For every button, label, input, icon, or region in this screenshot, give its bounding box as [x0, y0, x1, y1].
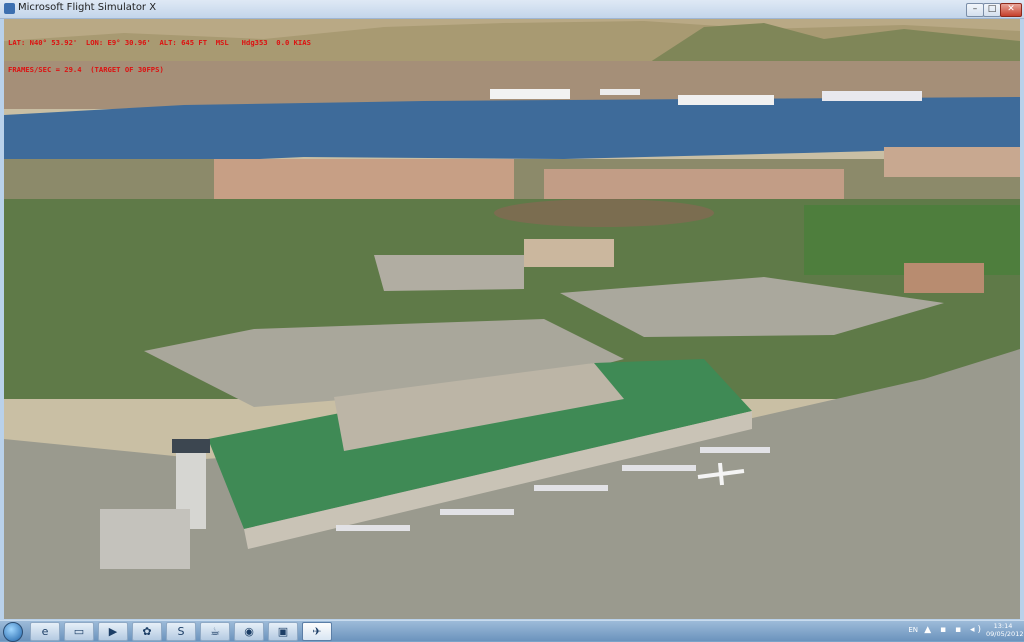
- sea: [4, 97, 1020, 169]
- hud-framerate-line: FRAMES/SEC = 29.4 (TARGET OF 30FPS): [8, 65, 164, 74]
- taskbar-chrome-icon[interactable]: ◉: [234, 622, 264, 641]
- jet-bridge: [440, 509, 514, 515]
- taskbar-photo-viewer-icon[interactable]: ▣: [268, 622, 298, 641]
- clock-date: 09/05/2012: [986, 630, 1024, 638]
- jet-bridge: [336, 525, 410, 531]
- taskbar-java-app-icon[interactable]: ☕: [200, 622, 230, 641]
- taskbar-messenger-icon[interactable]: ✿: [132, 622, 162, 641]
- title-bar[interactable]: Microsoft Flight Simulator X – □ ✕: [0, 0, 1024, 19]
- close-button[interactable]: ✕: [1000, 3, 1022, 17]
- jet-bridge: [622, 465, 696, 471]
- taskbar-media-player-icon[interactable]: ▶: [98, 622, 128, 641]
- cruise-ship: [490, 89, 570, 99]
- cruise-ship: [678, 95, 774, 105]
- window-title: Microsoft Flight Simulator X: [18, 2, 157, 13]
- taskbar-flight-simulator-icon[interactable]: ✈: [302, 622, 332, 641]
- aerial-scene: [4, 19, 1020, 619]
- taskbar-skype-icon[interactable]: S: [166, 622, 196, 641]
- taskbar-internet-explorer-icon[interactable]: e: [30, 622, 60, 641]
- simulator-viewport[interactable]: LAT: N40° 53.92' LON: E9° 30.96' ALT: 64…: [4, 19, 1020, 619]
- hotel-building: [524, 239, 614, 267]
- maximize-button[interactable]: □: [983, 3, 1001, 17]
- apartment-blocks: [214, 159, 514, 199]
- app-icon: [4, 3, 15, 14]
- cruise-ship: [600, 89, 640, 95]
- system-tray-icons[interactable]: ▲ ▪ ▪ ◂): [924, 625, 984, 635]
- start-button[interactable]: [3, 622, 23, 642]
- admin-building: [100, 509, 190, 569]
- simulator-hud: LAT: N40° 53.92' LON: E9° 30.96' ALT: 64…: [8, 20, 311, 92]
- car-park-building: [374, 255, 524, 291]
- office-building: [904, 263, 984, 293]
- roundabout-field: [494, 199, 714, 227]
- hud-position-line: LAT: N40° 53.92' LON: E9° 30.96' ALT: 64…: [8, 38, 311, 47]
- apartment-blocks: [884, 147, 1020, 177]
- tower-cab: [172, 439, 210, 453]
- minimize-button[interactable]: –: [966, 3, 984, 17]
- taskbar: e ▭ ▶ ✿ S ☕ ◉ ▣ ✈ EN ▲ ▪ ▪ ◂) 13:14 09/05/2012: [0, 620, 1024, 642]
- clock-time: 13:14: [993, 622, 1013, 630]
- app-window: Microsoft Flight Simulator X – □ ✕ LAT: …: [0, 0, 1024, 620]
- jet-bridge: [700, 447, 770, 453]
- clock[interactable]: 13:14 09/05/2012: [986, 622, 1024, 638]
- jet-bridge: [534, 485, 608, 491]
- taskbar-file-explorer-icon[interactable]: ▭: [64, 622, 94, 641]
- language-indicator[interactable]: EN: [908, 626, 918, 634]
- cruise-ship: [822, 91, 922, 101]
